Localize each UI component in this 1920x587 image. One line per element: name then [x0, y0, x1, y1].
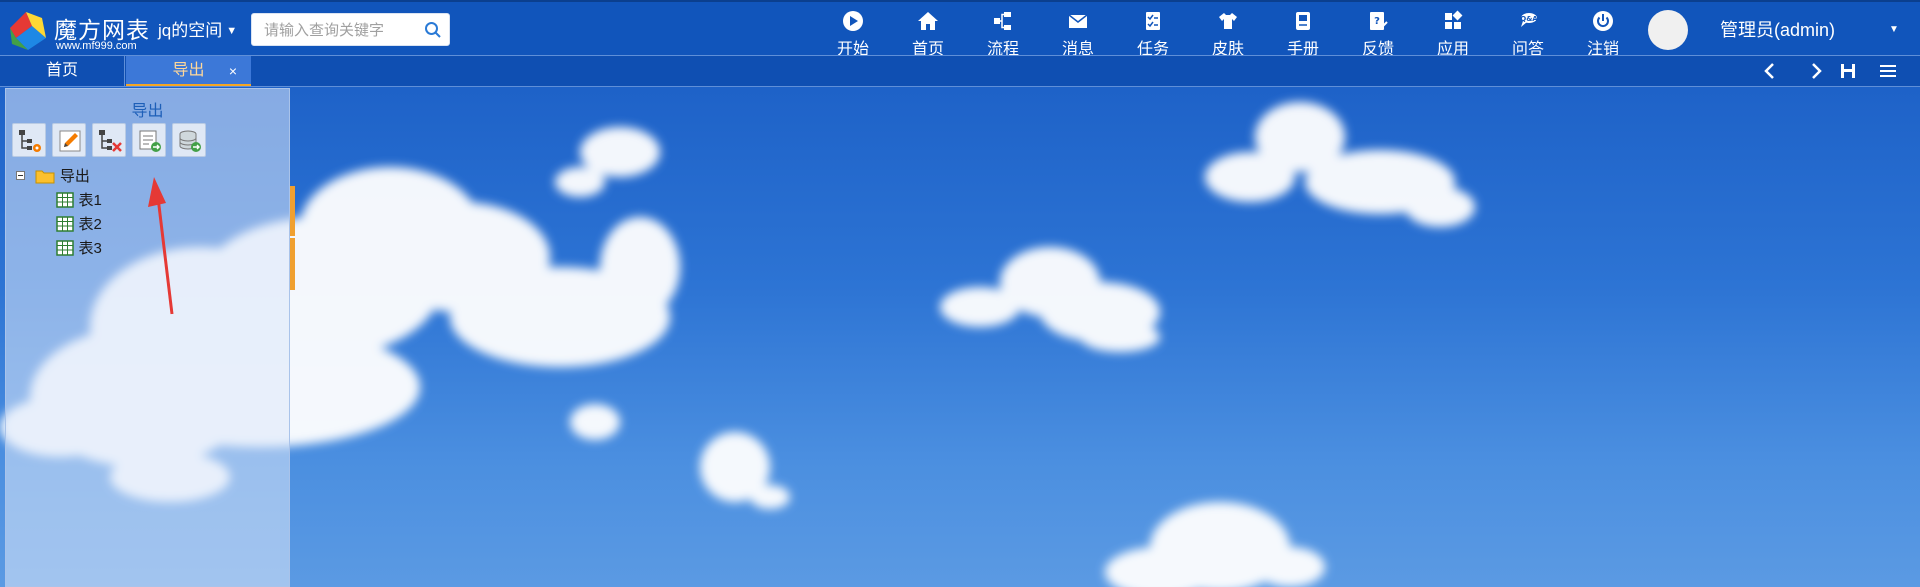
tree-item-label: 表2 — [78, 216, 102, 233]
nav-manual[interactable]: 手册 — [1273, 8, 1333, 59]
tree-item-label: 表1 — [78, 192, 102, 209]
tree-item-label: 表3 — [78, 240, 102, 257]
nav-workflow[interactable]: 流程 — [973, 8, 1033, 59]
chevron-left-icon[interactable] — [1760, 61, 1780, 81]
pencil-icon — [59, 130, 81, 152]
form-export-icon — [139, 130, 161, 152]
tree-item[interactable]: 表3 — [56, 237, 102, 259]
tab-label: 导出 — [172, 62, 205, 79]
panel-title: 导出 — [131, 103, 164, 120]
export-form-button[interactable] — [132, 123, 166, 157]
top-bar: 魔方网表 www.mf999.com jq的空间▼ 开始 首页 流程 消息 — [0, 0, 1920, 58]
nav-messages[interactable]: 消息 — [1048, 8, 1108, 59]
nav-logout[interactable]: 注销 — [1573, 8, 1633, 59]
export-database-button[interactable] — [172, 123, 206, 157]
nav-start[interactable]: 开始 — [823, 8, 883, 59]
user-name[interactable]: 管理员(admin) — [1720, 16, 1835, 42]
edit-button[interactable] — [52, 123, 86, 157]
chevron-right-icon[interactable] — [1806, 61, 1826, 81]
qa-icon: Q&A — [1520, 13, 1538, 27]
task-icon — [1146, 12, 1160, 30]
svg-text:?: ? — [1374, 16, 1380, 27]
tree-item[interactable]: 表2 — [56, 213, 102, 235]
table-icon — [56, 239, 74, 256]
nav-apps[interactable]: 应用 — [1423, 8, 1483, 59]
play-icon — [843, 11, 863, 31]
tree-gear-icon — [19, 130, 41, 152]
collapse-icon[interactable] — [16, 171, 25, 180]
workflow-icon — [994, 12, 1011, 30]
nav-home[interactable]: 首页 — [898, 8, 958, 59]
tree-delete-icon — [99, 130, 122, 152]
caret-down-icon[interactable]: ▼ — [1889, 24, 1899, 35]
tree-root-label: 导出 — [59, 168, 90, 185]
export-panel: 导出 导出 表1 表2 表3 — [5, 88, 290, 587]
tree-item[interactable]: 表1 — [56, 189, 102, 211]
nav-feedback[interactable]: ? 反馈 — [1348, 8, 1408, 59]
main-nav: 开始 首页 流程 消息 任务 皮肤 手册 ? 反馈 应用 Q&A 问答 注销 — [0, 8, 1920, 58]
tab-export[interactable]: 导出 × — [126, 56, 251, 86]
svg-text:Q&A: Q&A — [1520, 15, 1538, 23]
menu-icon[interactable] — [1878, 61, 1898, 81]
envelope-icon — [1068, 14, 1088, 28]
feedback-icon: ? — [1370, 12, 1388, 30]
avatar[interactable] — [1648, 10, 1688, 50]
delete-tree-button[interactable] — [92, 123, 126, 157]
table-icon — [56, 215, 74, 232]
database-export-icon — [179, 130, 201, 152]
tab-bar: 首页 导出 × — [0, 55, 1920, 87]
tree-root[interactable]: 导出 — [16, 165, 90, 187]
folder-icon — [35, 170, 55, 183]
table-icon — [56, 191, 74, 208]
save-icon[interactable] — [1838, 61, 1858, 81]
nav-tasks[interactable]: 任务 — [1123, 8, 1183, 59]
tab-home[interactable]: 首页 — [0, 56, 125, 86]
tab-label: 首页 — [45, 62, 78, 79]
close-icon[interactable]: × — [229, 56, 237, 86]
nav-skin[interactable]: 皮肤 — [1198, 8, 1258, 59]
annotation-arrow-icon — [148, 177, 174, 315]
apps-icon — [1445, 10, 1463, 29]
nav-qa[interactable]: Q&A 问答 — [1498, 8, 1558, 59]
home-icon — [918, 12, 938, 30]
tree-settings-button[interactable] — [12, 123, 46, 157]
shirt-icon — [1219, 13, 1237, 29]
power-icon — [1593, 11, 1613, 31]
manual-icon — [1296, 12, 1310, 30]
